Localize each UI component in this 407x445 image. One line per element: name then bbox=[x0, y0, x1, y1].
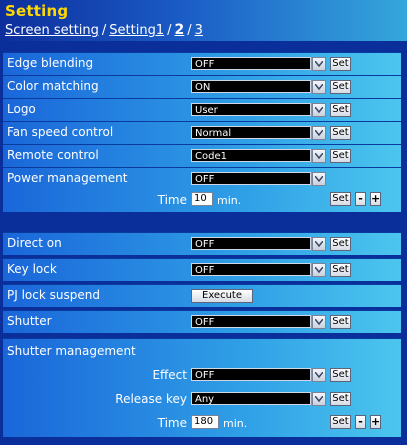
chevron-down-icon bbox=[315, 107, 323, 113]
shutter-label: Shutter bbox=[7, 314, 52, 328]
remote-control-select[interactable]: Code1 bbox=[191, 149, 311, 162]
shutter-dropdown-button[interactable] bbox=[312, 315, 326, 329]
power-management-time-unit: min. bbox=[217, 194, 242, 207]
color-matching-select[interactable]: ON bbox=[191, 80, 311, 93]
color-matching-dropdown-button[interactable] bbox=[312, 80, 326, 94]
color-matching-row: Color matching ON Set bbox=[3, 75, 401, 98]
breadcrumb-page-3-link[interactable]: 3 bbox=[195, 23, 203, 38]
chevron-down-icon bbox=[315, 396, 323, 402]
chevron-down-icon bbox=[315, 61, 323, 67]
key-lock-label: Key lock bbox=[7, 262, 57, 276]
direct-on-row: Direct on OFF Set bbox=[3, 232, 401, 255]
shutter-management-label: Shutter management bbox=[7, 344, 136, 358]
pj-lock-suspend-execute-button[interactable]: Execute bbox=[191, 289, 253, 303]
breadcrumb-separator: / bbox=[187, 23, 192, 38]
shutter-set-button[interactable]: Set bbox=[330, 315, 351, 329]
shutter-management-row: Shutter management Effect OFF Set Releas… bbox=[3, 338, 401, 437]
shutter-row: Shutter OFF Set bbox=[3, 310, 401, 333]
power-management-time-decrease-button[interactable]: - bbox=[355, 192, 366, 206]
breadcrumb-page-2-current: 2 bbox=[174, 22, 185, 38]
shutter-release-key-label: Release key bbox=[115, 392, 187, 406]
power-management-label: Power management bbox=[7, 171, 128, 185]
logo-select[interactable]: User bbox=[191, 103, 311, 116]
breadcrumb-screen-setting-link[interactable]: Screen setting bbox=[5, 23, 99, 38]
chevron-down-icon bbox=[315, 319, 323, 325]
direct-on-select[interactable]: OFF bbox=[191, 237, 311, 250]
power-management-time-increase-button[interactable]: + bbox=[370, 192, 381, 206]
shutter-time-decrease-button[interactable]: - bbox=[355, 415, 366, 429]
color-matching-set-button[interactable]: Set bbox=[330, 80, 351, 94]
fan-speed-control-label: Fan speed control bbox=[7, 125, 114, 139]
fan-speed-control-row: Fan speed control Normal Set bbox=[3, 121, 401, 144]
direct-on-dropdown-button[interactable] bbox=[312, 237, 326, 251]
breadcrumb-separator: / bbox=[101, 23, 107, 38]
breadcrumb: Screen setting / Setting1/2/3 bbox=[5, 22, 203, 38]
shutter-release-key-dropdown-button[interactable] bbox=[312, 392, 326, 406]
shutter-effect-select[interactable]: OFF bbox=[191, 368, 311, 381]
shutter-effect-label: Effect bbox=[152, 368, 187, 382]
key-lock-select[interactable]: OFF bbox=[191, 263, 311, 276]
chevron-down-icon bbox=[315, 153, 323, 159]
chevron-down-icon bbox=[315, 130, 323, 136]
edge-blending-dropdown-button[interactable] bbox=[312, 57, 326, 71]
remote-control-row: Remote control Code1 Set bbox=[3, 144, 401, 167]
power-management-time-label: Time bbox=[157, 193, 187, 207]
edge-blending-select[interactable]: OFF bbox=[191, 57, 311, 70]
edge-blending-label: Edge blending bbox=[7, 56, 94, 70]
pj-lock-suspend-row: PJ lock suspend Execute bbox=[3, 284, 401, 307]
power-management-dropdown-button[interactable] bbox=[312, 172, 326, 186]
chevron-down-icon bbox=[315, 241, 323, 247]
fan-speed-dropdown-button[interactable] bbox=[312, 126, 326, 140]
pj-lock-suspend-label: PJ lock suspend bbox=[7, 288, 100, 302]
shutter-release-key-set-button[interactable]: Set bbox=[330, 392, 351, 406]
remote-control-dropdown-button[interactable] bbox=[312, 149, 326, 163]
power-management-time-input[interactable]: 10 bbox=[191, 192, 213, 206]
shutter-time-unit: min. bbox=[223, 417, 248, 430]
shutter-time-label: Time bbox=[157, 416, 187, 430]
chevron-down-icon bbox=[315, 372, 323, 378]
power-management-row: Power management OFF Time 10 min. Set - … bbox=[3, 167, 401, 212]
shutter-release-key-select[interactable]: Any bbox=[191, 392, 311, 405]
key-lock-row: Key lock OFF Set bbox=[3, 258, 401, 281]
chevron-down-icon bbox=[315, 176, 323, 182]
edge-blending-set-button[interactable]: Set bbox=[330, 57, 351, 71]
logo-label: Logo bbox=[7, 102, 36, 116]
chevron-down-icon bbox=[315, 84, 323, 90]
shutter-effect-dropdown-button[interactable] bbox=[312, 368, 326, 382]
chevron-down-icon bbox=[315, 267, 323, 273]
fan-speed-select[interactable]: Normal bbox=[191, 126, 311, 139]
shutter-time-input[interactable]: 180 bbox=[191, 415, 219, 429]
settings-panel: Setting Screen setting / Setting1/2/3 Edge… bbox=[0, 0, 407, 445]
page-title: Setting bbox=[5, 2, 69, 20]
shutter-time-increase-button[interactable]: + bbox=[370, 415, 381, 429]
key-lock-set-button[interactable]: Set bbox=[330, 263, 351, 277]
breadcrumb-setting1-link[interactable]: Setting1 bbox=[109, 23, 164, 38]
shutter-effect-set-button[interactable]: Set bbox=[330, 368, 351, 382]
logo-dropdown-button[interactable] bbox=[312, 103, 326, 117]
key-lock-dropdown-button[interactable] bbox=[312, 263, 326, 277]
power-management-select[interactable]: OFF bbox=[191, 172, 311, 185]
logo-set-button[interactable]: Set bbox=[330, 103, 351, 117]
remote-control-label: Remote control bbox=[7, 148, 99, 162]
shutter-time-set-button[interactable]: Set bbox=[330, 415, 351, 429]
edge-blending-row: Edge blending OFF Set bbox=[3, 52, 401, 75]
header: Setting Screen setting / Setting1/2/3 bbox=[0, 0, 407, 41]
color-matching-label: Color matching bbox=[7, 79, 99, 93]
direct-on-set-button[interactable]: Set bbox=[330, 237, 351, 251]
breadcrumb-separator: / bbox=[167, 23, 172, 38]
direct-on-label: Direct on bbox=[7, 236, 62, 250]
logo-row: Logo User Set bbox=[3, 98, 401, 121]
shutter-select[interactable]: OFF bbox=[191, 315, 311, 328]
remote-control-set-button[interactable]: Set bbox=[330, 149, 351, 163]
fan-speed-set-button[interactable]: Set bbox=[330, 126, 351, 140]
power-management-set-button[interactable]: Set bbox=[330, 192, 351, 206]
